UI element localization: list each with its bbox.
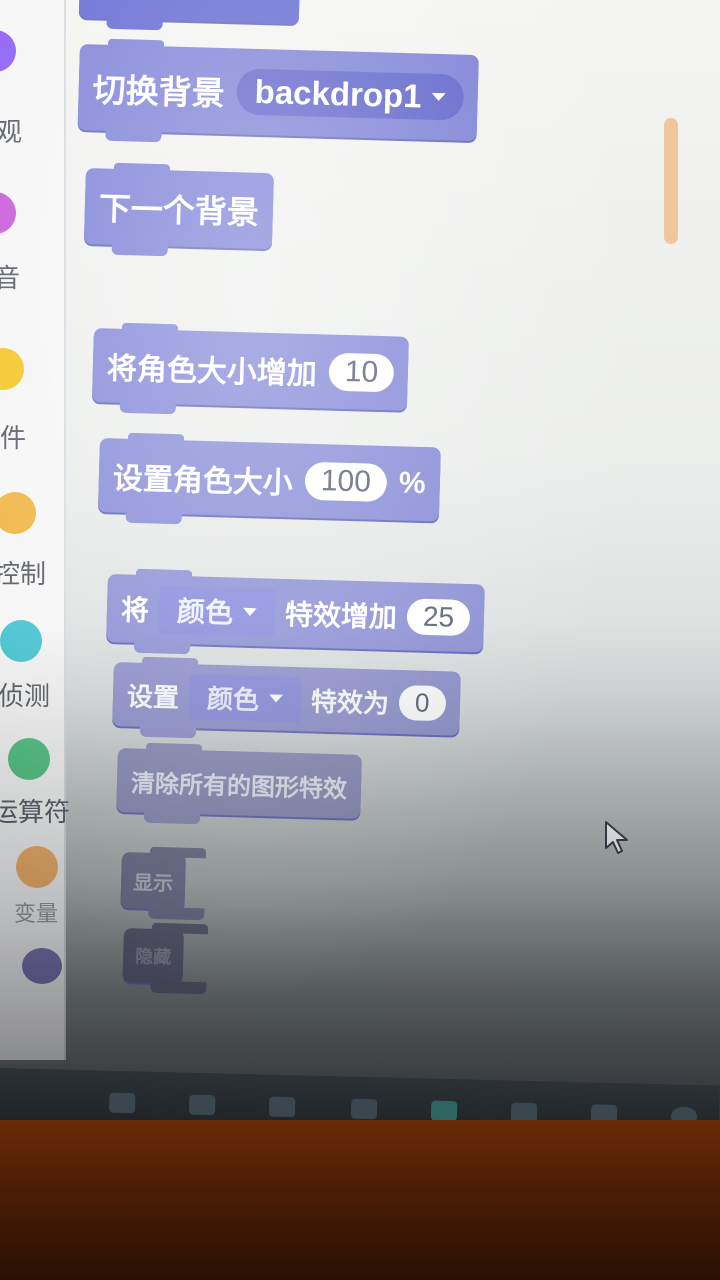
block-notch [127,432,185,445]
effect-dropdown[interactable]: 颜色 [188,673,302,722]
percent-label: % [398,466,427,501]
block-label: 切换背景 [92,71,226,113]
chevron-down-icon [242,607,258,617]
block-label: 特效为 [310,686,390,719]
block-notch [106,16,163,31]
block-label: 清除所有的图形特效 [130,769,348,803]
category-label: 变量 [14,901,59,926]
dropdown-value: 颜色 [176,595,234,629]
screen: 观 音 件 控制 侦测 运算符 变量 切换背景 backdrop1 下一个背景 … [0,0,720,1130]
block-notch [125,510,182,525]
control-dot-icon [0,492,36,534]
chevron-down-icon [268,694,284,703]
block-notch [141,656,199,669]
category-label: 件 [0,423,27,453]
block-label: 设置角色大小 [112,462,294,501]
block-notch [121,322,179,335]
block-label: 特效增加 [284,598,398,634]
block-notch [151,922,209,935]
effect-change-input[interactable]: 25 [406,598,471,637]
taskbar-app-icon[interactable] [108,1092,136,1114]
block-notch [143,810,201,825]
set-size-block[interactable]: 设置角色大小 100 % [97,432,441,525]
backdrop-dropdown[interactable]: backdrop1 [236,68,465,121]
block-prefix: 设置 [126,680,180,713]
block-notch [119,400,176,415]
effect-value-input[interactable]: 0 [398,684,446,721]
next-backdrop-block[interactable]: 下一个背景 [83,162,274,257]
events-dot-icon [0,348,24,390]
block-label: 将角色大小增加 [106,352,318,392]
switch-backdrop-block[interactable]: 切换背景 backdrop1 [77,38,479,143]
show-block[interactable]: 显示 [120,846,207,921]
variables-dot-icon [16,846,58,888]
chevron-down-icon [431,92,446,102]
block-notch [105,128,162,143]
block-notch [133,640,191,655]
block-notch [148,906,205,921]
myblocks-dot-icon [22,948,62,984]
partial-block[interactable] [78,0,300,31]
effect-dropdown[interactable]: 颜色 [158,585,276,637]
set-effect-block[interactable]: 设置 颜色 特效为 0 [112,656,461,739]
block-notch [111,242,168,257]
palette-scrollbar[interactable] [664,118,678,244]
change-size-block[interactable]: 将角色大小增加 10 [91,322,410,415]
size-input[interactable]: 100 [304,461,388,503]
sound-dot-icon [0,192,16,234]
block-notch [145,742,203,755]
category-column: 观 音 件 控制 侦测 运算符 变量 [0,0,70,1060]
taskbar-app-icon[interactable] [188,1094,216,1116]
category-label: 运算符 [0,797,71,827]
block-notch [113,162,171,175]
operators-dot-icon [8,738,50,780]
hide-block[interactable]: 隐藏 [122,922,209,995]
sensing-dot-icon [0,620,42,662]
mouse-cursor-icon [605,821,628,854]
change-effect-block[interactable]: 将 颜色 特效增加 25 [106,568,486,655]
looks-dot-icon [0,30,16,72]
block-palette: 切换背景 backdrop1 下一个背景 将角色大小增加 10 设置角色大小 1… [68,0,668,1060]
category-label: 侦测 [0,681,51,711]
clear-effects-block[interactable]: 清除所有的图形特效 [116,742,362,825]
taskbar-app-icon[interactable] [350,1098,378,1120]
block-notch [135,568,193,581]
dropdown-value: backdrop1 [254,72,423,115]
block-label: 下一个背景 [98,190,260,231]
block-prefix: 将 [120,594,150,627]
dropdown-value: 颜色 [206,683,260,715]
taskbar-app-icon[interactable] [430,1100,458,1122]
taskbar-app-icon[interactable] [268,1096,296,1118]
category-label: 控制 [0,559,47,589]
block-notch [139,724,197,739]
monitor-bezel [0,1120,720,1280]
block-notch [107,38,165,51]
size-change-input[interactable]: 10 [328,352,395,393]
block-label: 隐藏 [134,946,172,968]
category-label: 观 [0,117,23,147]
category-label: 音 [0,263,21,293]
block-notch [150,980,207,995]
block-label: 显示 [132,871,174,895]
block-notch [149,846,207,859]
